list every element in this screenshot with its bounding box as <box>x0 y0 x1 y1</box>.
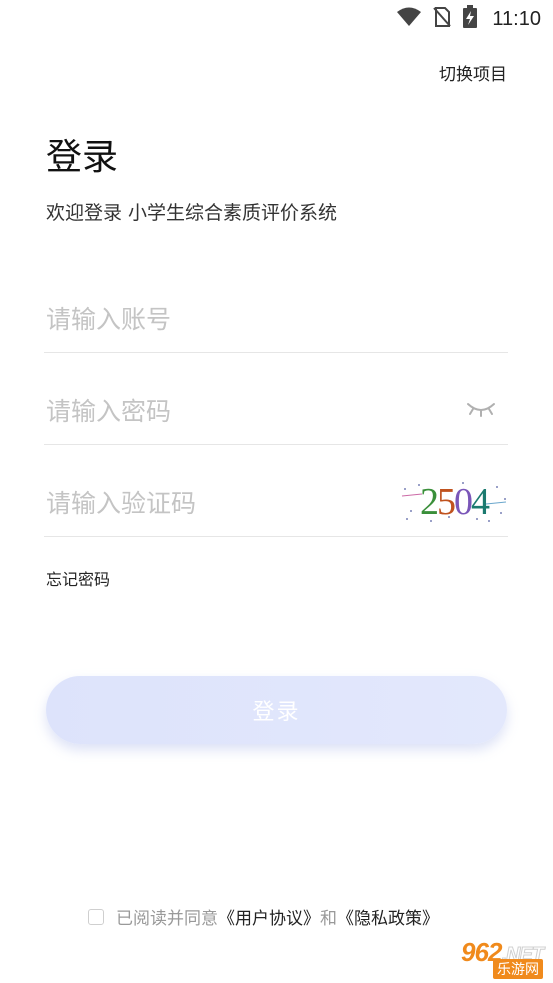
welcome-text: 欢迎登录 小学生综合素质评价系统 <box>46 202 338 224</box>
wifi-icon <box>396 7 422 31</box>
agree-checkbox[interactable] <box>88 908 104 925</box>
account-field <box>44 282 508 353</box>
captcha-field: 2504 <box>44 466 508 537</box>
agreement-prefix: 已阅读并同意 <box>116 909 218 929</box>
password-field <box>44 374 508 445</box>
forgot-password-link[interactable]: 忘记密码 <box>46 566 110 590</box>
watermark-site: 乐游网 <box>493 959 543 979</box>
battery-charging-icon <box>462 5 478 33</box>
status-time: 11:10 <box>492 7 541 30</box>
status-bar: 11:10 <box>0 0 553 38</box>
user-agreement-link[interactable]: 《用户协议》 <box>218 904 320 929</box>
login-button[interactable]: 登录 <box>46 676 507 744</box>
status-icons: 11:10 <box>396 5 541 33</box>
privacy-policy-link[interactable]: 《隐私政策》 <box>337 904 439 929</box>
captcha-image[interactable]: 2504 <box>400 476 508 526</box>
captcha-input[interactable] <box>46 489 386 518</box>
account-input[interactable] <box>46 305 386 334</box>
no-sim-icon <box>432 6 452 32</box>
watermark-logo: 962.NET 乐游网 <box>407 937 547 979</box>
captcha-digit: 2504 <box>420 481 490 523</box>
agreement-row: 已阅读并同意 《用户协议》 和 《隐私政策》 <box>88 904 439 929</box>
switch-project-link[interactable]: 切换项目 <box>439 60 507 85</box>
password-input[interactable] <box>46 397 386 426</box>
eye-closed-icon[interactable] <box>466 400 496 418</box>
agreement-and: 和 <box>320 909 337 929</box>
page-title: 登录 <box>46 137 119 178</box>
